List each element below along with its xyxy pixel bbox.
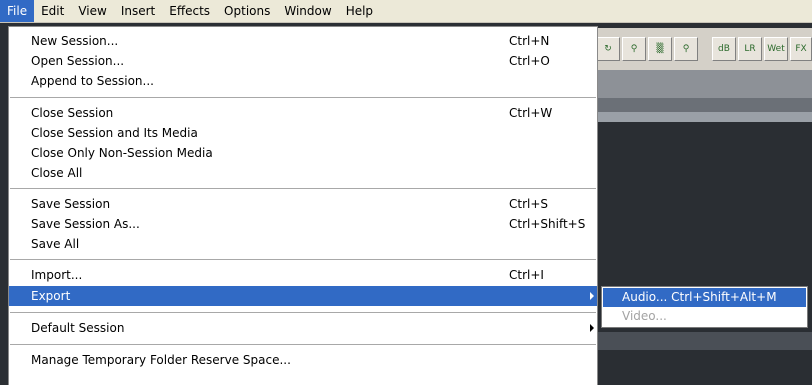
menu-separator bbox=[10, 259, 596, 260]
menu-item-label: Default Session bbox=[31, 321, 125, 335]
menu-item-manage-temp-folder[interactable]: Manage Temporary Folder Reserve Space... bbox=[9, 350, 597, 370]
menu-item-label: Open Session... bbox=[31, 54, 125, 68]
menu-item-label: New Session... bbox=[31, 34, 119, 48]
menu-options[interactable]: Options bbox=[217, 0, 277, 22]
submenu-item-label: Video... bbox=[622, 309, 667, 323]
fx-tool-button[interactable]: FX bbox=[790, 37, 812, 61]
app-panel-band bbox=[590, 98, 812, 112]
menu-item-save-session[interactable]: Save Session Ctrl+S bbox=[9, 194, 597, 214]
menu-item-label: Close All bbox=[31, 166, 83, 180]
menu-bar: File Edit View Insert Effects Options Wi… bbox=[0, 0, 812, 23]
menu-item-close-session[interactable]: Close Session Ctrl+W bbox=[9, 103, 597, 123]
menu-item-label: Close Session bbox=[31, 106, 114, 120]
menu-item-shortcut: Ctrl+S bbox=[509, 197, 549, 211]
menu-separator bbox=[10, 97, 596, 98]
zoom-tool-icon[interactable]: ⚲ bbox=[622, 37, 646, 61]
menu-item-shortcut: Ctrl+N bbox=[509, 34, 550, 48]
menu-item-close-session-media[interactable]: Close Session and Its Media bbox=[9, 123, 597, 143]
menu-edit[interactable]: Edit bbox=[34, 0, 71, 22]
fx-label: FX bbox=[795, 44, 807, 54]
menu-item-shortcut: Ctrl+Shift+S bbox=[509, 217, 586, 231]
menu-item-label: Close Session and Its Media bbox=[31, 126, 198, 140]
menu-item-close-all[interactable]: Close All bbox=[9, 163, 597, 183]
menu-item-label: Save All bbox=[31, 237, 80, 251]
menu-item-open-session[interactable]: Open Session... Ctrl+O bbox=[9, 51, 597, 71]
menu-separator bbox=[10, 188, 596, 189]
menu-item-save-session-as[interactable]: Save Session As... Ctrl+Shift+S bbox=[9, 214, 597, 234]
file-menu-dropdown: New Session... Ctrl+N Open Session... Ct… bbox=[8, 26, 598, 385]
menu-separator bbox=[10, 344, 596, 345]
submenu-arrow-icon bbox=[590, 324, 594, 332]
menu-item-shortcut: Ctrl+W bbox=[509, 106, 553, 120]
submenu-item-audio[interactable]: Audio... Ctrl+Shift+Alt+M bbox=[603, 288, 806, 307]
menu-item-label: Save Session bbox=[31, 197, 111, 211]
menu-help[interactable]: Help bbox=[339, 0, 380, 22]
menu-item-append-session[interactable]: Append to Session... bbox=[9, 71, 597, 91]
db-tool-icon[interactable]: dB bbox=[712, 37, 736, 61]
menu-item-label: Import... bbox=[31, 268, 83, 282]
submenu-item-label: Audio... Ctrl+Shift+Alt+M bbox=[622, 290, 777, 304]
app-panel-band bbox=[590, 112, 812, 122]
wet-label: Wet bbox=[767, 44, 785, 54]
menu-item-label: Append to Session... bbox=[31, 74, 154, 88]
menu-item-label: Manage Temporary Folder Reserve Space... bbox=[31, 353, 291, 367]
menu-item-label: Close Only Non-Session Media bbox=[31, 146, 213, 160]
menu-item-label: Export bbox=[31, 289, 71, 303]
submenu-item-video: Video... bbox=[603, 307, 806, 326]
spectral-tool-icon[interactable]: ▒ bbox=[648, 37, 672, 61]
loop-tool-icon[interactable]: ↻ bbox=[596, 37, 620, 61]
menu-item-close-non-session-media[interactable]: Close Only Non-Session Media bbox=[9, 143, 597, 163]
menu-item-export[interactable]: Export bbox=[9, 286, 597, 306]
menu-effects[interactable]: Effects bbox=[162, 0, 217, 22]
menu-item-import[interactable]: Import... Ctrl+I bbox=[9, 265, 597, 285]
app-status-strip bbox=[590, 332, 812, 350]
menu-item-shortcut: Ctrl+O bbox=[509, 54, 550, 68]
menu-item-label: Save Session As... bbox=[31, 217, 140, 231]
menu-separator bbox=[10, 312, 596, 313]
menu-insert[interactable]: Insert bbox=[114, 0, 162, 22]
channel-tool-icon[interactable]: LR bbox=[738, 37, 762, 61]
menu-item-shortcut: Ctrl+I bbox=[509, 268, 544, 282]
search-tool-icon[interactable]: ⚲ bbox=[674, 37, 698, 61]
wet-tool-button[interactable]: Wet bbox=[764, 37, 788, 61]
submenu-arrow-icon bbox=[590, 292, 594, 300]
export-submenu: Audio... Ctrl+Shift+Alt+M Video... bbox=[601, 286, 808, 328]
menu-view[interactable]: View bbox=[71, 0, 113, 22]
menu-window[interactable]: Window bbox=[277, 0, 338, 22]
menu-item-new-session[interactable]: New Session... Ctrl+N bbox=[9, 31, 597, 51]
app-panel-band bbox=[590, 70, 812, 98]
menu-item-save-all[interactable]: Save All bbox=[9, 234, 597, 254]
menu-item-default-session[interactable]: Default Session bbox=[9, 318, 597, 338]
menu-file[interactable]: File bbox=[0, 0, 35, 22]
